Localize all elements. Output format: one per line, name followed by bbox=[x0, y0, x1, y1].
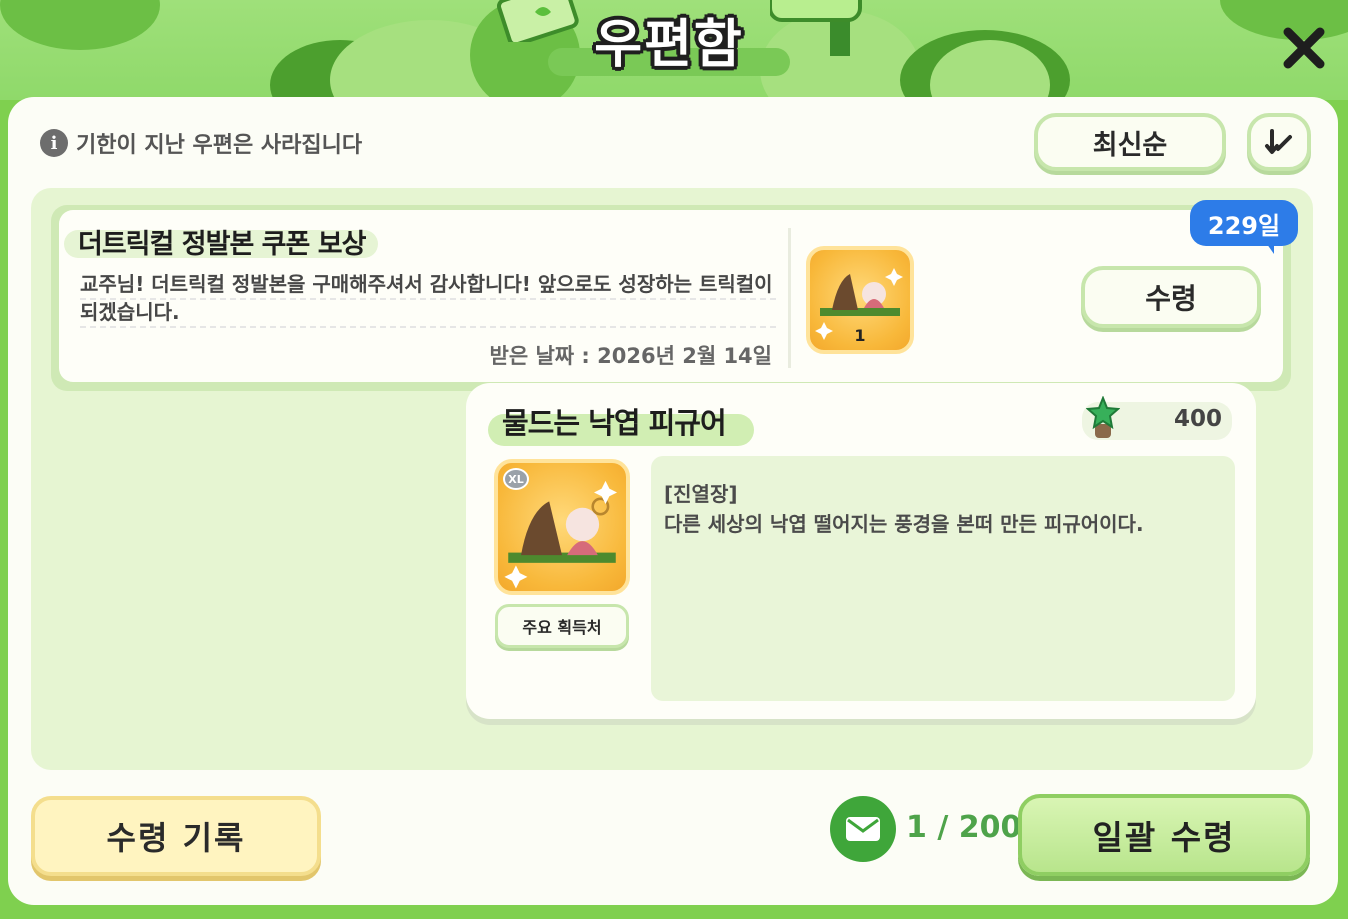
expiry-notice-text: 기한이 지난 우편은 사라집니다 bbox=[76, 133, 363, 158]
mail-received-date: 받은 날짜 : 2026년 2월 14일 bbox=[489, 344, 772, 368]
size-badge: XL bbox=[503, 468, 529, 490]
days-remaining-badge: 229일 bbox=[1190, 200, 1298, 246]
receive-all-button[interactable]: 일괄 수령 bbox=[1018, 794, 1310, 876]
item-description-box bbox=[651, 456, 1235, 701]
mail-count: 1 / 200 bbox=[906, 810, 1022, 845]
receive-history-button[interactable]: 수령 기록 bbox=[31, 796, 321, 876]
sort-direction-button[interactable] bbox=[1247, 113, 1311, 171]
badge-tail bbox=[1264, 240, 1274, 254]
mail-count-badge bbox=[830, 796, 896, 862]
receive-button[interactable]: 수령 bbox=[1081, 266, 1261, 328]
divider bbox=[80, 326, 776, 328]
divider bbox=[80, 298, 776, 300]
item-count: 1 bbox=[854, 326, 866, 345]
divider bbox=[788, 228, 791, 368]
expiry-notice: i 기한이 지난 우편은 사라집니다 bbox=[40, 128, 362, 158]
close-button[interactable] bbox=[1280, 24, 1328, 72]
star-trophy-icon bbox=[1086, 396, 1120, 438]
sort-order-icon bbox=[1265, 129, 1292, 154]
acquisition-source-button[interactable]: 주요 획득처 bbox=[495, 604, 629, 648]
mail-title: 더트릭컬 정발본 쿠폰 보상 bbox=[78, 229, 366, 260]
item-name: 물드는 낙엽 피규어 bbox=[502, 406, 727, 440]
envelope-icon bbox=[846, 817, 880, 841]
item-category-tag: [진열장] bbox=[664, 482, 738, 506]
page-title: 우편함 bbox=[594, 15, 744, 75]
item-price: 400 bbox=[1173, 406, 1222, 432]
info-icon: i bbox=[40, 129, 68, 157]
header-banner: 우편함 bbox=[0, 0, 1348, 100]
item-description: 다른 세상의 낙엽 떨어지는 풍경을 본떠 만든 피규어이다. bbox=[664, 512, 1144, 536]
close-icon bbox=[1283, 27, 1325, 69]
header-bush bbox=[0, 0, 160, 50]
sort-button[interactable]: 최신순 bbox=[1034, 113, 1226, 171]
